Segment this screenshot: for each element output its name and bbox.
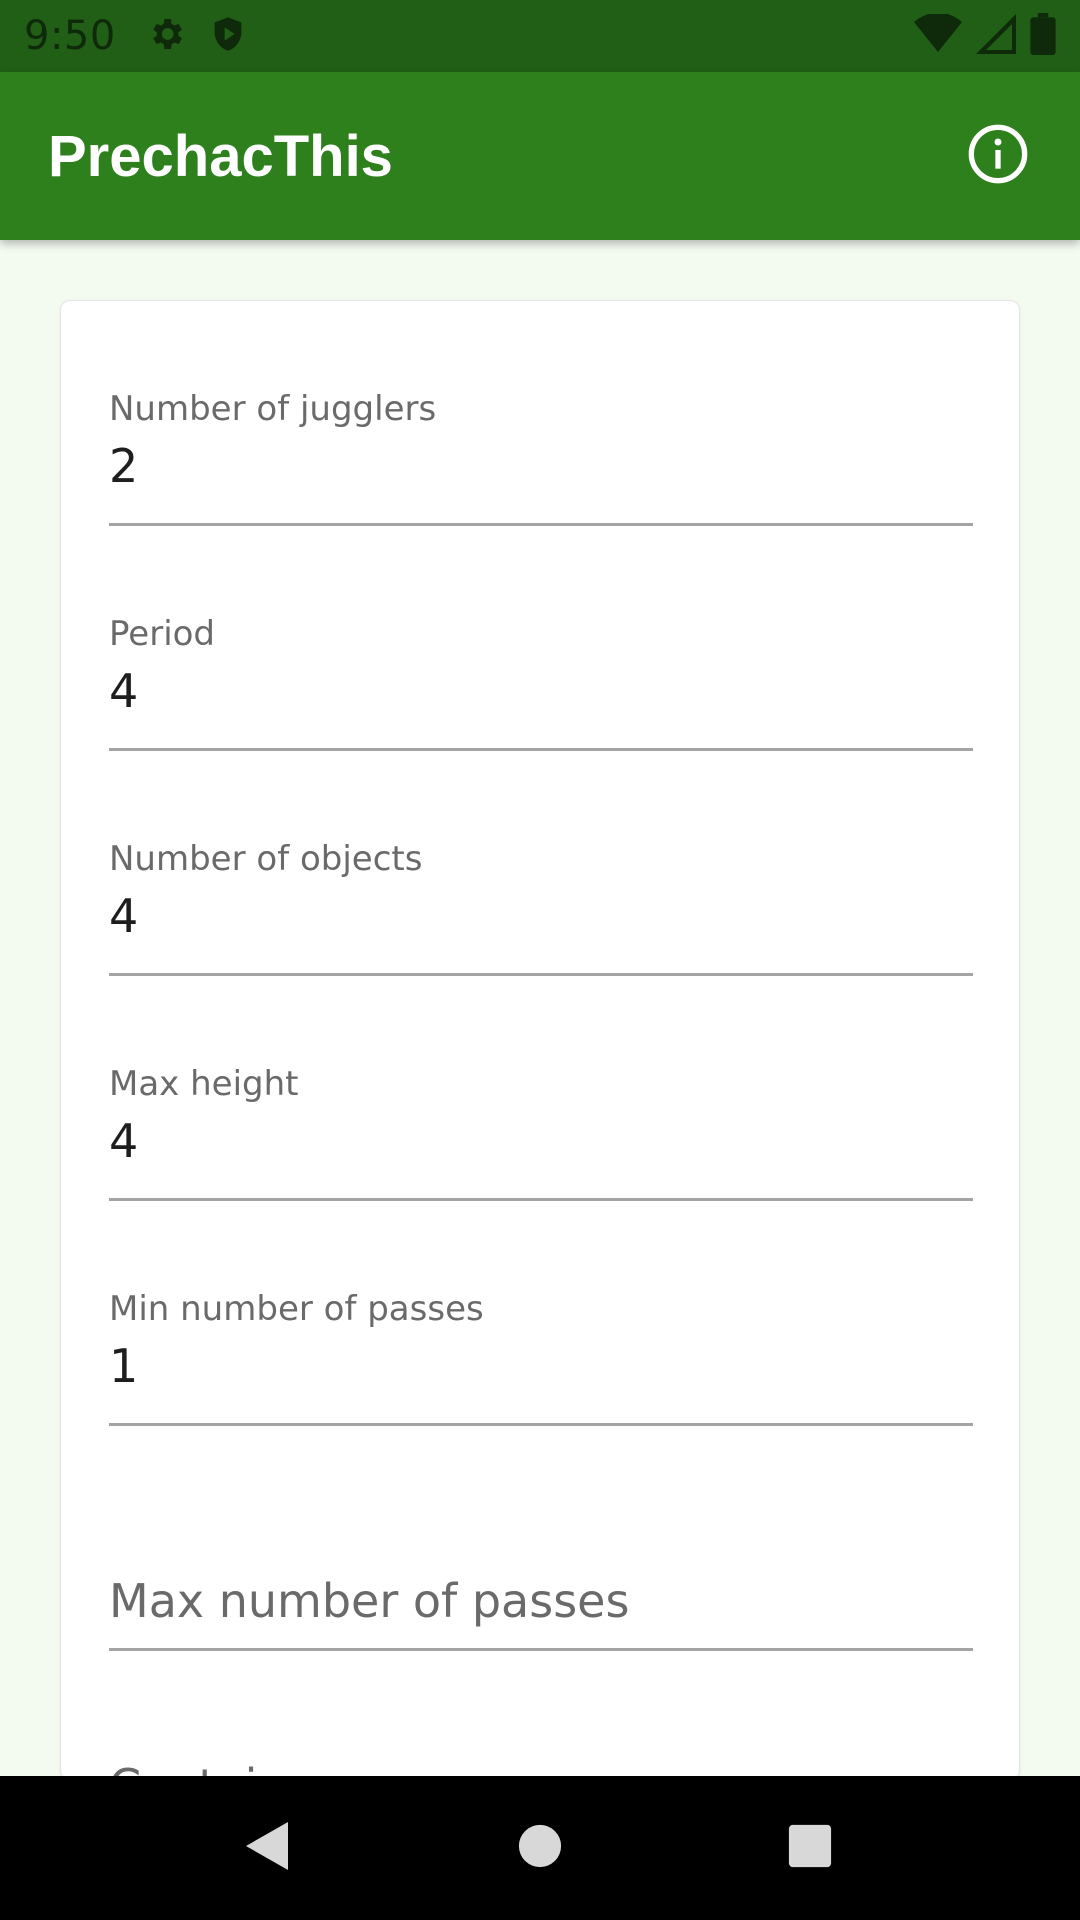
- field-value[interactable]: 4: [109, 664, 138, 718]
- field-value[interactable]: 4: [109, 1114, 138, 1168]
- field-placeholder[interactable]: Max number of passes: [109, 1574, 629, 1628]
- jugglers-field[interactable]: Number of jugglers 2: [109, 301, 973, 526]
- home-button[interactable]: [470, 1776, 610, 1920]
- shield-play-icon: [208, 14, 248, 58]
- status-bar: 9:50: [0, 0, 1080, 72]
- battery-icon: [1030, 13, 1056, 59]
- info-button[interactable]: [958, 116, 1038, 196]
- recents-button[interactable]: [740, 1776, 880, 1920]
- gear-icon: [146, 14, 186, 58]
- max-height-field[interactable]: Max height 4: [109, 976, 973, 1201]
- signal-icon: [976, 14, 1016, 58]
- field-label: Max height: [109, 1064, 299, 1104]
- status-time: 9:50: [24, 13, 116, 59]
- field-label: Number of objects: [109, 839, 423, 879]
- objects-field[interactable]: Number of objects 4: [109, 751, 973, 976]
- field-value[interactable]: 2: [109, 439, 138, 493]
- recents-icon: [787, 1823, 833, 1873]
- min-passes-field[interactable]: Min number of passes 1: [109, 1201, 973, 1426]
- back-button[interactable]: [198, 1776, 338, 1920]
- field-label: Min number of passes: [109, 1289, 484, 1329]
- app-bar: PrechacThis: [0, 72, 1080, 240]
- period-field[interactable]: Period 4: [109, 526, 973, 751]
- home-icon: [517, 1823, 563, 1873]
- field-value[interactable]: 1: [109, 1339, 138, 1393]
- back-icon: [244, 1820, 292, 1876]
- field-value[interactable]: 4: [109, 889, 138, 943]
- max-passes-field[interactable]: Max number of passes: [109, 1426, 973, 1651]
- field-label: Number of jugglers: [109, 389, 437, 429]
- app-title: PrechacThis: [48, 123, 393, 189]
- settings-card: Number of jugglers 2 Period 4 Number of …: [60, 300, 1020, 1780]
- field-label: Period: [109, 614, 216, 654]
- wifi-icon: [914, 12, 962, 58]
- field-underline: [109, 1648, 973, 1651]
- info-icon: [966, 122, 1030, 190]
